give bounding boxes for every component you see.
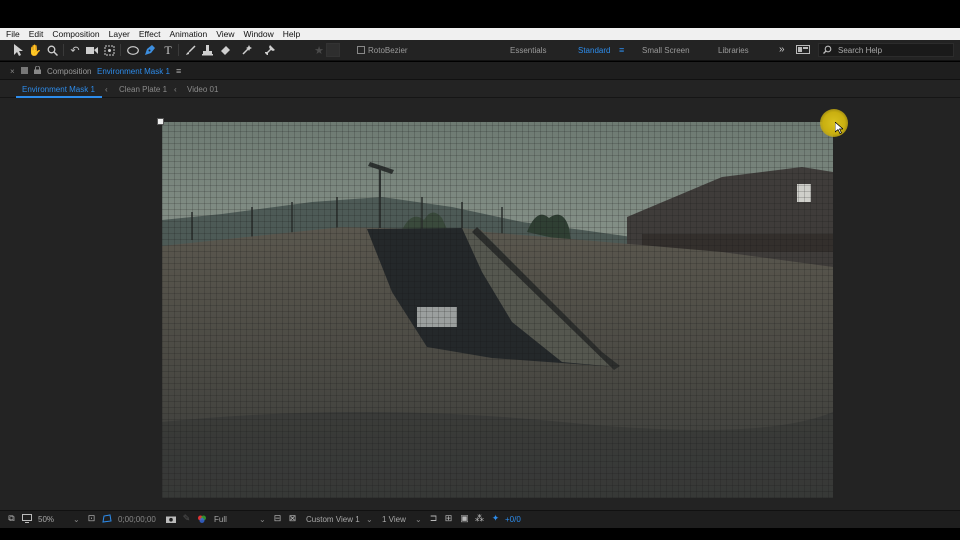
panel-color-icon [21,67,28,74]
chevron-left-icon: ‹ [174,85,177,94]
search-icon [823,45,832,56]
menu-view[interactable]: View [216,28,234,40]
breadcrumb-environment-mask[interactable]: Environment Mask 1 [22,85,95,94]
cursor-highlight [820,109,848,137]
puppet-pin-tool-icon[interactable] [262,43,276,57]
type-tool-icon[interactable]: T [161,43,175,57]
always-preview-icon[interactable]: ⧉ [6,513,17,524]
chevron-left-icon: ‹ [105,85,108,94]
bottom-letterbox [0,528,960,540]
eraser-tool-icon[interactable] [218,43,232,57]
safe-margins-icon[interactable]: ⊡ [86,513,97,524]
toolbar-divider [178,44,179,56]
zoom-tool-icon[interactable] [45,43,59,57]
menu-edit[interactable]: Edit [29,28,44,40]
ellipse-tool-icon[interactable] [126,43,140,57]
rotation-tool-icon[interactable]: ↶ [68,43,82,57]
magnification-dropdown[interactable]: 50% [38,515,54,524]
workspace-panel-icon[interactable] [796,45,810,56]
chevron-down-icon: ⌄ [73,515,80,524]
brush-tool-icon[interactable] [183,43,197,57]
menu-layer[interactable]: Layer [109,28,130,40]
monitor-icon[interactable] [21,513,32,524]
composition-name[interactable]: Environment Mask 1 [97,67,170,76]
rotobezier-label: RotoBezier [368,46,408,55]
top-letterbox [0,0,960,28]
menu-composition[interactable]: Composition [52,28,99,40]
exposure-value[interactable]: +0/0 [505,515,521,524]
breadcrumb-video[interactable]: Video 01 [187,85,218,94]
timecode[interactable]: 0;00;00;00 [118,515,156,524]
fill-swatch [326,43,340,57]
view-dropdown[interactable]: Custom View 1 [306,515,360,524]
view-layout-dropdown[interactable]: 1 View [382,515,406,524]
menu-help[interactable]: Help [283,28,300,40]
tools-panel: ✋ ↶ T ★ [0,40,960,61]
toolbar-divider [120,44,121,56]
workspace-small-screen[interactable]: Small Screen [642,46,690,55]
menu-bar: File Edit Composition Layer Effect Anima… [0,28,960,40]
color-channels-icon[interactable] [196,513,207,524]
footage-image [162,122,833,498]
composition-frame[interactable] [162,122,833,498]
roto-brush-tool-icon[interactable] [240,43,254,57]
hand-tool-icon[interactable]: ✋ [28,43,42,57]
menu-animation[interactable]: Animation [169,28,207,40]
workspace-menu-icon[interactable]: ≡ [619,45,624,55]
search-help-placeholder: Search Help [838,46,883,55]
menu-effect[interactable]: Effect [139,28,161,40]
layer-handle[interactable] [157,118,164,125]
workspace-essentials[interactable]: Essentials [510,46,546,55]
pen-tool-icon[interactable] [143,43,157,57]
composition-panel-prefix: Composition [47,67,92,76]
lock-icon[interactable] [34,65,41,76]
close-panel-icon[interactable]: × [10,67,15,76]
camera-tool-icon[interactable] [85,43,99,57]
chevron-down-icon: ⌄ [366,515,373,524]
exposure-icon[interactable]: ✦ [490,513,501,524]
panel-menu-icon[interactable]: ≡ [176,66,181,76]
toolbar-divider [63,44,64,56]
pan-behind-tool-icon[interactable] [102,43,116,57]
resolution-dropdown[interactable]: Full [214,515,227,524]
star-icon: ★ [314,44,324,57]
mask-visibility-icon[interactable] [101,513,112,524]
toggle-pixel-aspect-icon[interactable]: ⊐ [428,513,439,524]
workspace-standard[interactable]: Standard [578,46,610,55]
menu-file[interactable]: File [6,28,20,40]
timeline-icon[interactable]: ▣ [459,513,470,524]
workspace-libraries[interactable]: Libraries [718,46,749,55]
mouse-cursor-icon [834,121,844,136]
rotobezier-checkbox[interactable] [357,46,365,54]
chevron-down-icon: ⌄ [415,515,422,524]
breadcrumb-clean-plate[interactable]: Clean Plate 1 [119,85,167,94]
menu-window[interactable]: Window [244,28,274,40]
show-snapshot-icon[interactable]: ✎ [181,513,192,524]
clone-stamp-tool-icon[interactable] [200,43,214,57]
flowchart-icon[interactable]: ⁂ [474,513,485,524]
workspace-overflow-icon[interactable]: » [779,44,785,55]
fast-previews-icon[interactable]: ⊞ [443,513,454,524]
transparency-grid-icon[interactable]: ⊠ [287,513,298,524]
chevron-down-icon: ⌄ [259,515,266,524]
snapshot-icon[interactable] [165,513,176,524]
region-of-interest-icon[interactable]: ⊟ [272,513,283,524]
selection-tool-icon[interactable] [11,43,25,57]
